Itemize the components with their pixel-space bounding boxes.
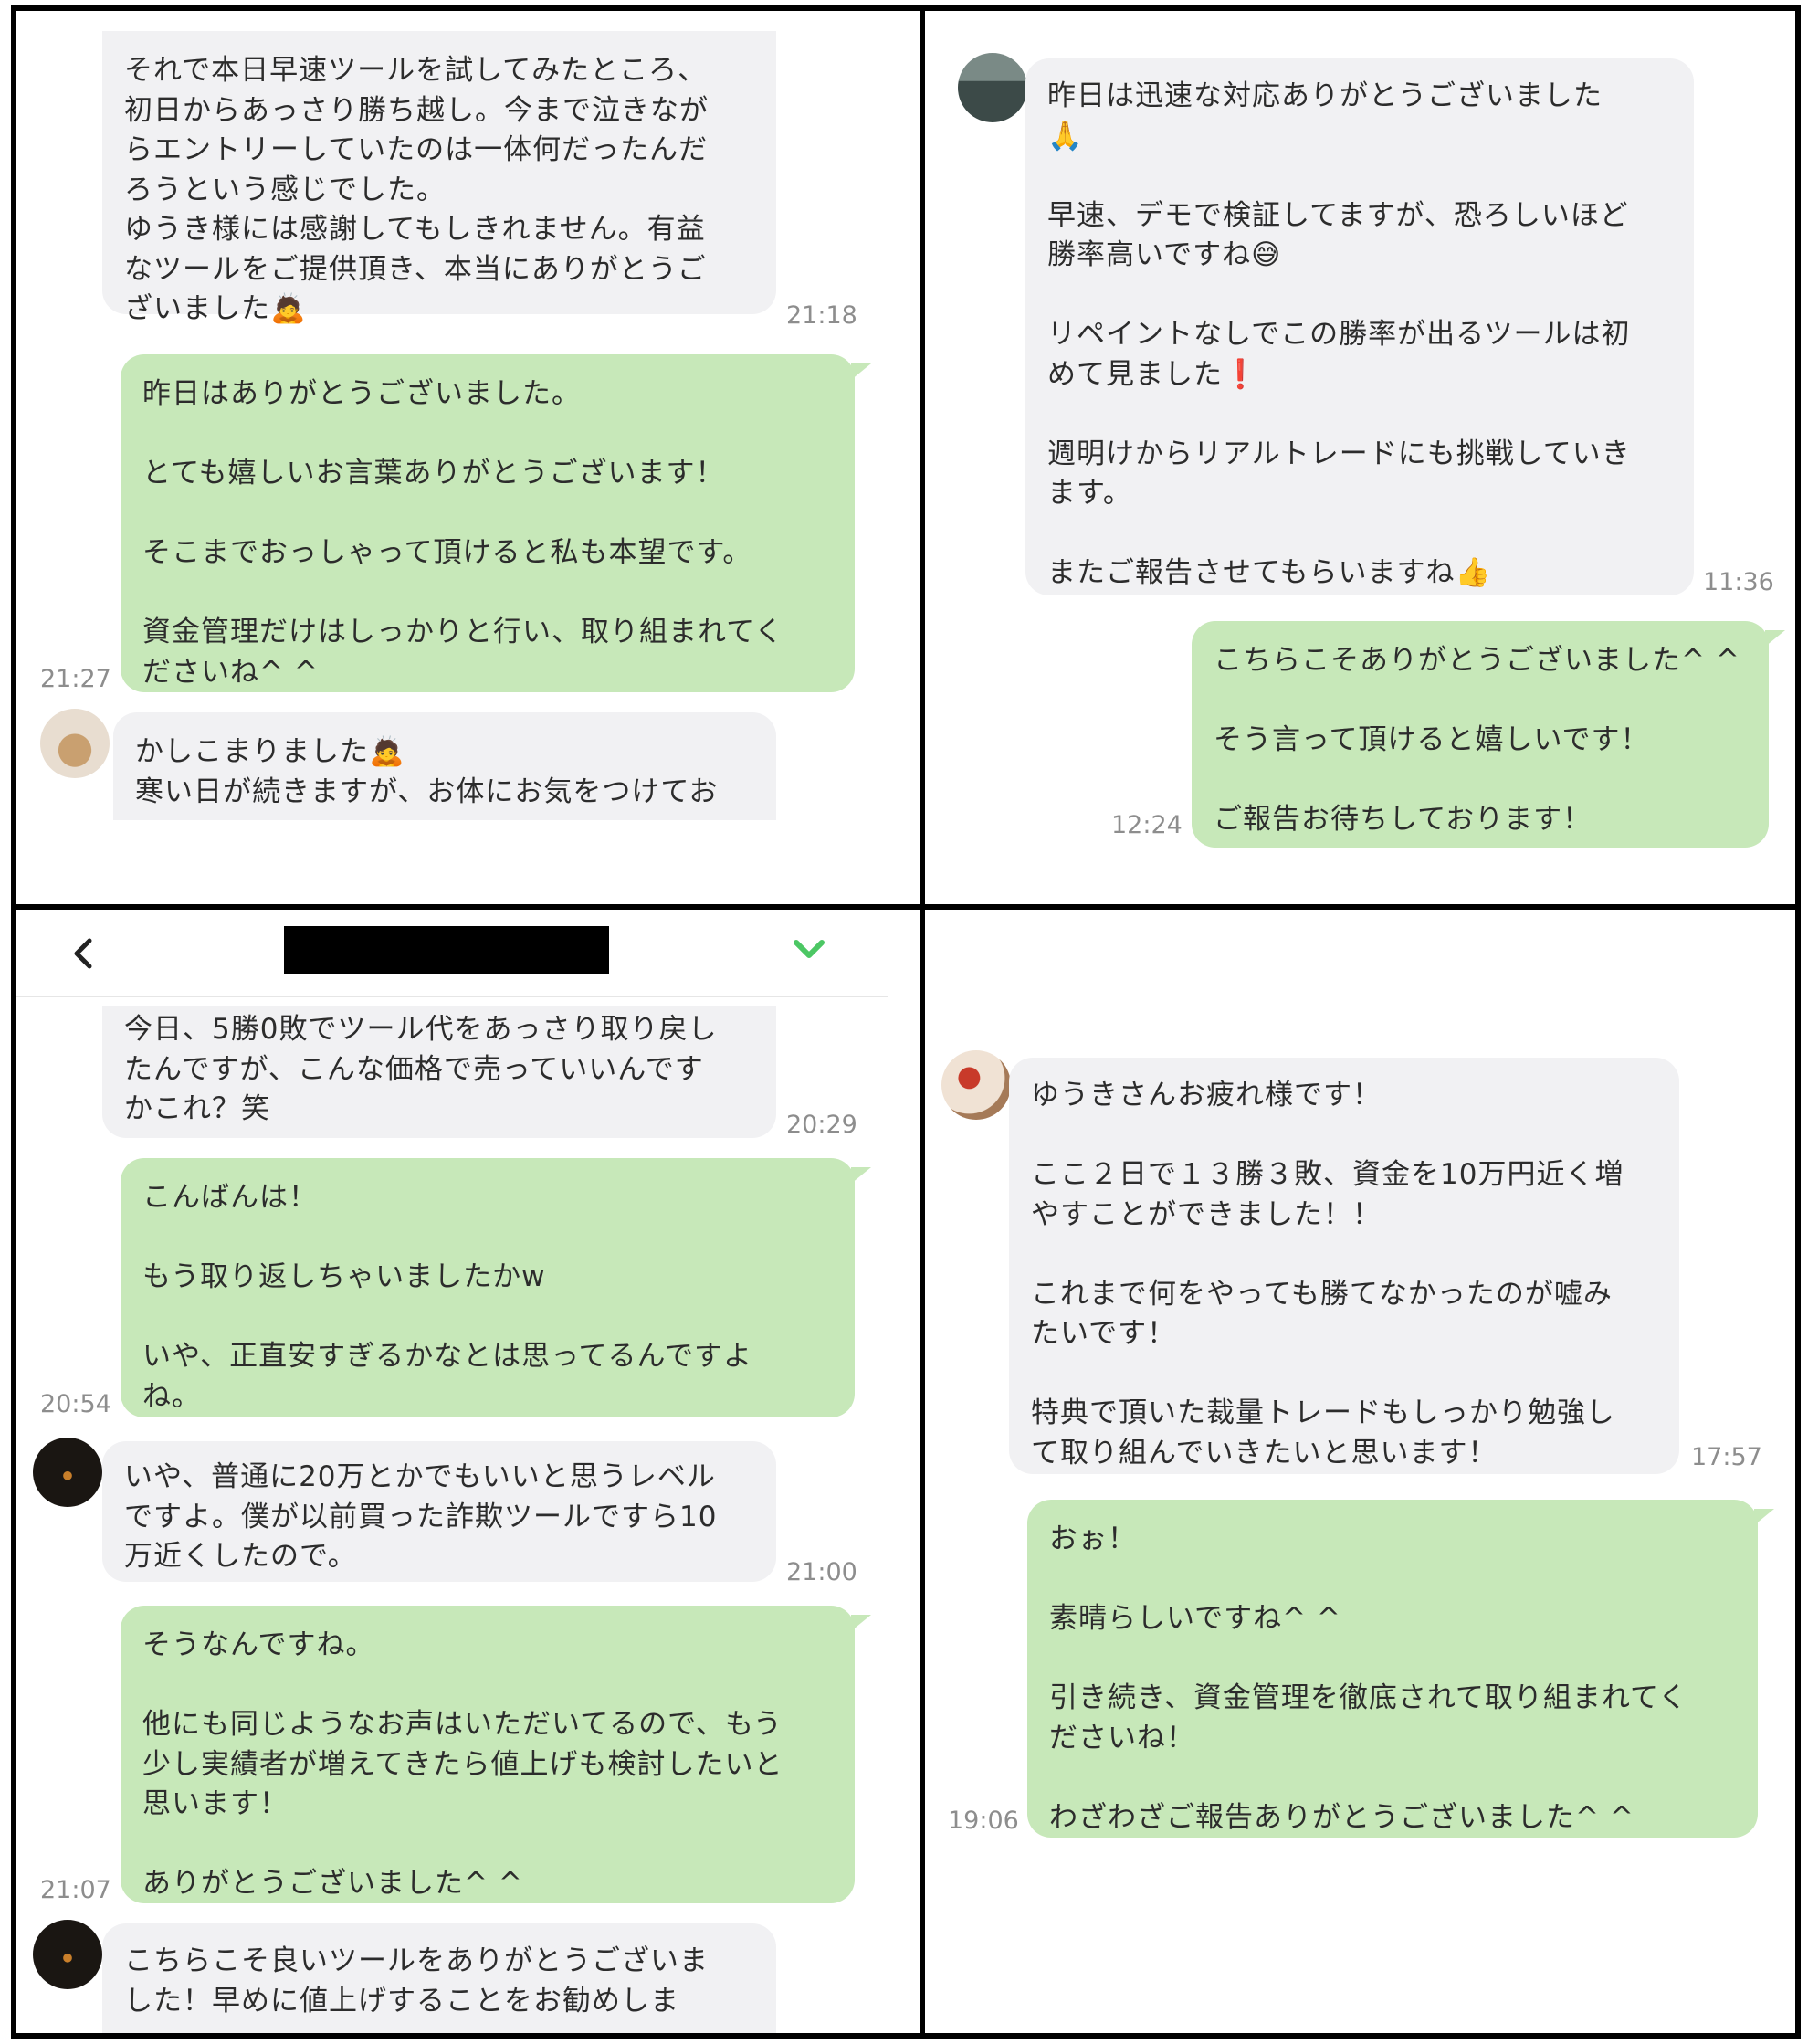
message-outgoing: そうなんですね。 他にも同じようなお声はいただいてるので、もう 少し実績者が増え… bbox=[121, 1606, 871, 1903]
message-time: 12:24 bbox=[1111, 811, 1183, 839]
check-icon[interactable] bbox=[791, 930, 827, 966]
message-time: 21:18 bbox=[786, 301, 857, 330]
message-incoming: 今日、5勝0敗でツール代をあっさり取り戻し たんですが、こんな価格で売っていいん… bbox=[102, 1006, 776, 1138]
message-time: 20:54 bbox=[40, 1390, 111, 1418]
message-incoming: 昨日は迅速な対応ありがとうございました 🙏 早速、デモで検証してますが、恐ろしい… bbox=[1025, 58, 1694, 595]
chat-panel-bottom-right: ゆうきさんお疲れ様です！ ここ２日で１３勝３敗、資金を10万円近く増 やすことが… bbox=[925, 910, 1795, 2033]
chat-panel-top-right: 昨日は迅速な対応ありがとうございました 🙏 早速、デモで検証してますが、恐ろしい… bbox=[925, 11, 1795, 904]
redacted-contact-name bbox=[284, 926, 609, 974]
message-time: 11:36 bbox=[1703, 568, 1774, 596]
message-incoming: ゆうきさんお疲れ様です！ ここ２日で１３勝３敗、資金を10万円近く増 やすことが… bbox=[1009, 1058, 1679, 1474]
message-time: 20:29 bbox=[786, 1111, 857, 1139]
chat-panel-bottom-left: 今日、5勝0敗でツール代をあっさり取り戻し たんですが、こんな価格で売っていいん… bbox=[16, 910, 920, 2033]
message-outgoing: こんばんは！ もう取り返しちゃいましたかw いや、正直安すぎるかなとは思ってるん… bbox=[121, 1158, 871, 1417]
chat-panel-top-left: それで本日早速ツールを試してみたところ、 初日からあっさり勝ち越し。今まで泣きな… bbox=[16, 11, 920, 904]
contact-avatar[interactable] bbox=[33, 1920, 102, 1989]
message-outgoing: こちらこそありがとうございました^ ^ そう言って頂けると嬉しいです！ ご報告お… bbox=[1192, 621, 1785, 848]
message-time: 21:27 bbox=[40, 665, 111, 693]
contact-avatar[interactable] bbox=[958, 53, 1027, 122]
message-time: 21:07 bbox=[40, 1876, 111, 1904]
contact-avatar[interactable] bbox=[40, 709, 110, 778]
message-outgoing: 昨日はありがとうございました。 とても嬉しいお言葉ありがとうございます！ そこま… bbox=[121, 354, 871, 692]
chevron-left-icon[interactable] bbox=[66, 935, 102, 972]
message-incoming: いや、普通に20万とかでもいいと思うレベル ですよ。僕が以前買った詐欺ツールです… bbox=[102, 1441, 776, 1582]
message-outgoing: おぉ！ 素晴らしいですね^ ^ 引き続き、資金管理を徹底されて取り組まれてく だ… bbox=[1027, 1500, 1774, 1838]
message-incoming: かしこまりました🙇 寒い日が続きますが、お体にお気をつけてお bbox=[113, 712, 776, 820]
chat-header bbox=[16, 910, 888, 997]
message-time: 17:57 bbox=[1691, 1443, 1762, 1471]
message-incoming: こちらこそ良いツールをありがとうございま した！早めに値上げすることをお勧めしま bbox=[102, 1923, 776, 2033]
contact-avatar[interactable] bbox=[33, 1438, 102, 1507]
message-time: 21:00 bbox=[786, 1558, 857, 1586]
message-incoming: それで本日早速ツールを試してみたところ、 初日からあっさり勝ち越し。今まで泣きな… bbox=[102, 31, 776, 325]
message-time: 19:06 bbox=[948, 1807, 1019, 1835]
contact-avatar[interactable] bbox=[941, 1050, 1011, 1120]
